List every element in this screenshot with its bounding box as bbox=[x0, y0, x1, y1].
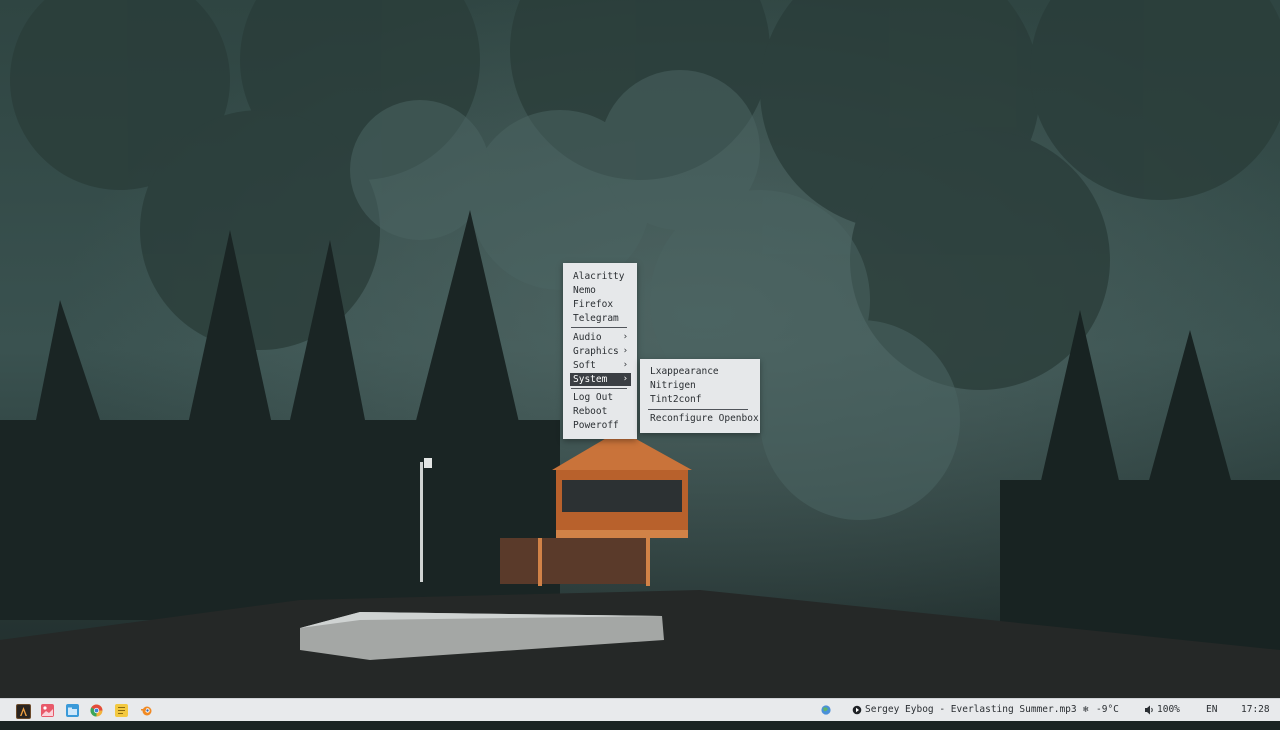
menu-item-log-out[interactable]: Log Out bbox=[570, 391, 631, 404]
menu-item-alacritty[interactable]: Alacritty bbox=[570, 270, 631, 283]
file-manager-icon[interactable] bbox=[66, 704, 79, 717]
menu-item-label: Alacritty bbox=[573, 271, 625, 282]
menu-item-poweroff[interactable]: Poweroff bbox=[570, 419, 631, 432]
submenu-item-lxappearance[interactable]: Lxappearance bbox=[647, 365, 754, 378]
chevron-right-icon: › bbox=[622, 332, 628, 342]
menu-item-label: Log Out bbox=[573, 392, 614, 403]
snowflake-icon: ❄ bbox=[1083, 705, 1089, 715]
menu-item-audio[interactable]: Audio › bbox=[570, 331, 631, 344]
clock[interactable]: 17:28 bbox=[1241, 699, 1270, 721]
menu-item-label: Nitrigen bbox=[650, 380, 696, 391]
blender-icon[interactable] bbox=[140, 704, 153, 717]
menu-item-system[interactable]: System › bbox=[570, 373, 631, 386]
menu-item-label: Reconfigure Openbox bbox=[650, 413, 759, 424]
taskbar: Sergey Eybog - Everlasting Summer.mp3 ❄ … bbox=[0, 698, 1280, 721]
chevron-right-icon: › bbox=[622, 374, 628, 384]
menu-separator bbox=[571, 388, 627, 389]
menu-item-nemo[interactable]: Nemo bbox=[570, 284, 631, 297]
network-globe-icon[interactable] bbox=[820, 699, 832, 721]
menu-item-telegram[interactable]: Telegram bbox=[570, 312, 631, 325]
menu-item-firefox[interactable]: Firefox bbox=[570, 298, 631, 311]
menu-separator bbox=[648, 409, 748, 410]
system-submenu: Lxappearance Nitrigen Tint2conf Reconfig… bbox=[640, 359, 760, 433]
menu-item-label: Nemo bbox=[573, 285, 596, 296]
menu-item-label: Graphics bbox=[573, 346, 619, 357]
menu-item-label: Poweroff bbox=[573, 420, 619, 431]
desktop-wallpaper bbox=[0, 0, 1280, 698]
menu-item-label: Telegram bbox=[573, 313, 619, 324]
menu-item-graphics[interactable]: Graphics › bbox=[570, 345, 631, 358]
menu-separator bbox=[571, 327, 627, 328]
play-icon[interactable] bbox=[852, 699, 862, 721]
menu-item-label: Lxappearance bbox=[650, 366, 719, 377]
menu-item-label: Reboot bbox=[573, 406, 608, 417]
menu-item-label: Tint2conf bbox=[650, 394, 702, 405]
submenu-item-tint2conf[interactable]: Tint2conf bbox=[647, 393, 754, 406]
chevron-right-icon: › bbox=[622, 360, 628, 370]
forest-cabin-image bbox=[0, 0, 1280, 698]
alacritty-icon[interactable] bbox=[16, 704, 31, 719]
submenu-item-reconfigure-openbox[interactable]: Reconfigure Openbox bbox=[647, 412, 759, 425]
menu-item-label: Audio bbox=[573, 332, 602, 343]
speaker-icon[interactable] bbox=[1144, 699, 1154, 721]
menu-item-reboot[interactable]: Reboot bbox=[570, 405, 631, 418]
openbox-root-menu: Alacritty Nemo Firefox Telegram Audio › … bbox=[563, 263, 637, 439]
submenu-item-nitrigen[interactable]: Nitrigen bbox=[647, 379, 754, 392]
volume-text[interactable]: 100% bbox=[1157, 699, 1180, 721]
menu-item-label: System bbox=[573, 374, 608, 385]
chromium-icon[interactable] bbox=[90, 704, 103, 717]
keyboard-layout-indicator[interactable]: EN bbox=[1206, 699, 1217, 721]
now-playing-text[interactable]: Sergey Eybog - Everlasting Summer.mp3 bbox=[865, 699, 1077, 721]
image-viewer-icon[interactable] bbox=[41, 704, 54, 717]
menu-item-soft[interactable]: Soft › bbox=[570, 359, 631, 372]
notes-icon[interactable] bbox=[115, 704, 128, 717]
menu-item-label: Soft bbox=[573, 360, 596, 371]
chevron-right-icon: › bbox=[622, 346, 628, 356]
menu-item-label: Firefox bbox=[573, 299, 614, 310]
weather-text[interactable]: -9°C bbox=[1096, 699, 1119, 721]
